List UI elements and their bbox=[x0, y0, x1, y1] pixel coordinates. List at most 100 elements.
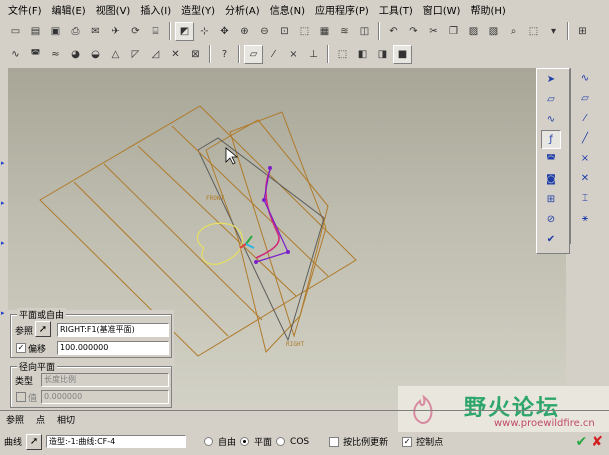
control-points-checkbox[interactable]: ✓ bbox=[402, 436, 413, 447]
control-point[interactable] bbox=[286, 250, 290, 254]
paste-special-icon[interactable]: ▧ bbox=[484, 22, 503, 41]
collapse-arrow-icon[interactable]: ▸ bbox=[1, 310, 6, 317]
menu-info[interactable]: 信息(N) bbox=[266, 2, 311, 17]
boundary-surface-icon[interactable]: ◚ bbox=[541, 150, 561, 169]
menu-window[interactable]: 窗口(W) bbox=[419, 2, 467, 17]
reflection-icon[interactable]: ◒ bbox=[86, 45, 105, 64]
menu-file[interactable]: 文件(F) bbox=[4, 2, 48, 17]
offset-checkbox[interactable]: ✓ bbox=[16, 343, 26, 353]
line-icon[interactable]: ⁄ bbox=[575, 109, 595, 128]
control-point[interactable] bbox=[254, 260, 258, 264]
zoom-out-icon[interactable]: ⊖ bbox=[255, 22, 274, 41]
edit-curve-icon[interactable]: ƒ bbox=[541, 130, 561, 149]
find-icon[interactable]: ⌕ bbox=[504, 22, 523, 41]
zoom-in-icon[interactable]: ⊕ bbox=[235, 22, 254, 41]
no-hidden-icon[interactable]: ◨ bbox=[373, 45, 392, 64]
curvature-icon[interactable]: ≈ bbox=[46, 45, 65, 64]
open-file-icon[interactable]: ▤ bbox=[26, 22, 45, 41]
hidden-line-icon[interactable]: ◧ bbox=[353, 45, 372, 64]
surface-connect-icon[interactable]: ⊞ bbox=[541, 190, 561, 209]
model-tree-icon[interactable]: ⌸ bbox=[146, 22, 165, 41]
select-arrow-icon[interactable]: ➤ bbox=[541, 70, 561, 89]
layers-icon[interactable]: ≋ bbox=[335, 22, 354, 41]
done-check-icon[interactable]: ✔ bbox=[541, 230, 561, 249]
radio-cos[interactable] bbox=[276, 437, 286, 446]
email-icon[interactable]: ✉ bbox=[86, 22, 105, 41]
reference-field[interactable]: RIGHT:F1(基准平面) bbox=[57, 323, 169, 337]
control-point[interactable] bbox=[268, 166, 272, 170]
point-icon[interactable]: × bbox=[575, 149, 595, 168]
datum-points-icon[interactable]: × bbox=[284, 45, 303, 64]
print-icon[interactable]: ⎙ bbox=[66, 22, 85, 41]
create-curve-icon[interactable]: ∿ bbox=[541, 110, 561, 129]
menu-tools[interactable]: 工具(T) bbox=[375, 2, 419, 17]
collapse-arrow-icon[interactable]: ▸ bbox=[1, 200, 6, 207]
menu-view[interactable]: 视图(V) bbox=[92, 2, 137, 17]
left-edge-handle[interactable]: ▸ ▸ ▸ ▸ bbox=[0, 68, 8, 408]
dropdown-arrow-icon[interactable]: ▾ bbox=[544, 22, 563, 41]
undo-icon[interactable]: ↶ bbox=[384, 22, 403, 41]
context-help-icon[interactable]: ? bbox=[215, 45, 234, 64]
scale-update-checkbox[interactable] bbox=[329, 436, 340, 447]
trim-surface-icon[interactable]: ⊘ bbox=[541, 210, 561, 229]
menu-insert[interactable]: 插入(I) bbox=[136, 2, 177, 17]
select-curve-button[interactable]: ➚ bbox=[26, 433, 43, 450]
selection-filter-icon[interactable]: ⬚ bbox=[524, 22, 543, 41]
tab-tangent[interactable]: 相切 bbox=[57, 413, 75, 426]
select-reference-button[interactable]: ➚ bbox=[35, 321, 51, 337]
value-checkbox[interactable] bbox=[16, 392, 26, 402]
set-active-plane-icon[interactable]: ▱ bbox=[541, 90, 561, 109]
save-icon[interactable]: ▣ bbox=[46, 22, 65, 41]
right-datum-plane[interactable] bbox=[205, 119, 329, 354]
datum-planes-icon[interactable]: ▱ bbox=[244, 44, 263, 64]
type-select[interactable]: 长度比例 bbox=[41, 373, 169, 387]
shaded-icon[interactable]: ■ bbox=[393, 44, 412, 64]
regenerate-icon[interactable]: ⟳ bbox=[126, 22, 145, 41]
named-views-icon[interactable]: ⬚ bbox=[295, 22, 314, 41]
menu-help[interactable]: 帮助(H) bbox=[466, 2, 511, 17]
offset-icon[interactable]: ◿ bbox=[146, 45, 165, 64]
radio-free[interactable] bbox=[204, 437, 214, 446]
datum-csys-icon[interactable]: ⊥ bbox=[304, 45, 323, 64]
cancel-x-icon[interactable]: ✘ bbox=[591, 434, 603, 450]
dihedral-icon[interactable]: ✕ bbox=[166, 45, 185, 64]
spin-center-icon[interactable]: ⊹ bbox=[195, 22, 214, 41]
saved-views-icon[interactable]: ▦ bbox=[315, 22, 334, 41]
delete-analysis-icon[interactable]: ⊠ bbox=[186, 45, 205, 64]
surface-analysis-icon[interactable]: ◚ bbox=[26, 45, 45, 64]
menu-analysis[interactable]: 分析(A) bbox=[221, 2, 266, 17]
slope-icon[interactable]: △ bbox=[106, 45, 125, 64]
tab-point[interactable]: 点 bbox=[36, 413, 45, 426]
offset-input[interactable]: 100.000000 bbox=[57, 341, 169, 355]
new-file-icon[interactable]: ▭ bbox=[6, 22, 25, 41]
curve-analysis-icon[interactable]: ∿ bbox=[6, 45, 25, 64]
collapse-arrow-icon[interactable]: ▸ bbox=[1, 160, 6, 167]
refit-icon[interactable]: ⊡ bbox=[275, 22, 294, 41]
copy-icon[interactable]: ❐ bbox=[444, 22, 463, 41]
plane-icon[interactable]: ▱ bbox=[575, 89, 595, 108]
tab-references[interactable]: 参照 bbox=[6, 413, 24, 426]
apply-check-icon[interactable]: ✔ bbox=[576, 434, 588, 450]
sketch-line-icon[interactable]: ╱ bbox=[575, 129, 595, 148]
control-point[interactable] bbox=[262, 198, 266, 202]
menu-applications[interactable]: 应用程序(P) bbox=[311, 2, 375, 17]
curve-on-surface-icon[interactable]: ◙ bbox=[541, 170, 561, 189]
repaint-icon[interactable]: ◩ bbox=[175, 21, 194, 41]
wireframe-icon[interactable]: ⬚ bbox=[333, 45, 352, 64]
menu-edit[interactable]: 编辑(E) bbox=[48, 2, 92, 17]
cut-icon[interactable]: ✂ bbox=[424, 22, 443, 41]
intersect-icon[interactable]: ✕ bbox=[575, 169, 595, 188]
collapse-arrow-icon[interactable]: ▸ bbox=[1, 240, 6, 247]
datum-axes-icon[interactable]: ⁄ bbox=[264, 45, 283, 64]
paste-icon[interactable]: ▨ bbox=[464, 22, 483, 41]
radio-plane[interactable] bbox=[240, 437, 250, 446]
orient-icon[interactable]: ✥ bbox=[215, 22, 234, 41]
curve-field[interactable]: 造型:-1:曲线:CF-4 bbox=[46, 435, 187, 448]
shading-icon[interactable]: ◕ bbox=[66, 45, 85, 64]
redo-icon[interactable]: ↷ bbox=[404, 22, 423, 41]
measure-icon[interactable]: ⌶ bbox=[575, 189, 595, 208]
window-grid-icon[interactable]: ⊞ bbox=[573, 22, 592, 41]
curve-from-datum-icon[interactable]: ∿ bbox=[575, 69, 595, 88]
view-manager-icon[interactable]: ◫ bbox=[355, 22, 374, 41]
datum-icon[interactable]: ⚹ bbox=[575, 209, 595, 228]
